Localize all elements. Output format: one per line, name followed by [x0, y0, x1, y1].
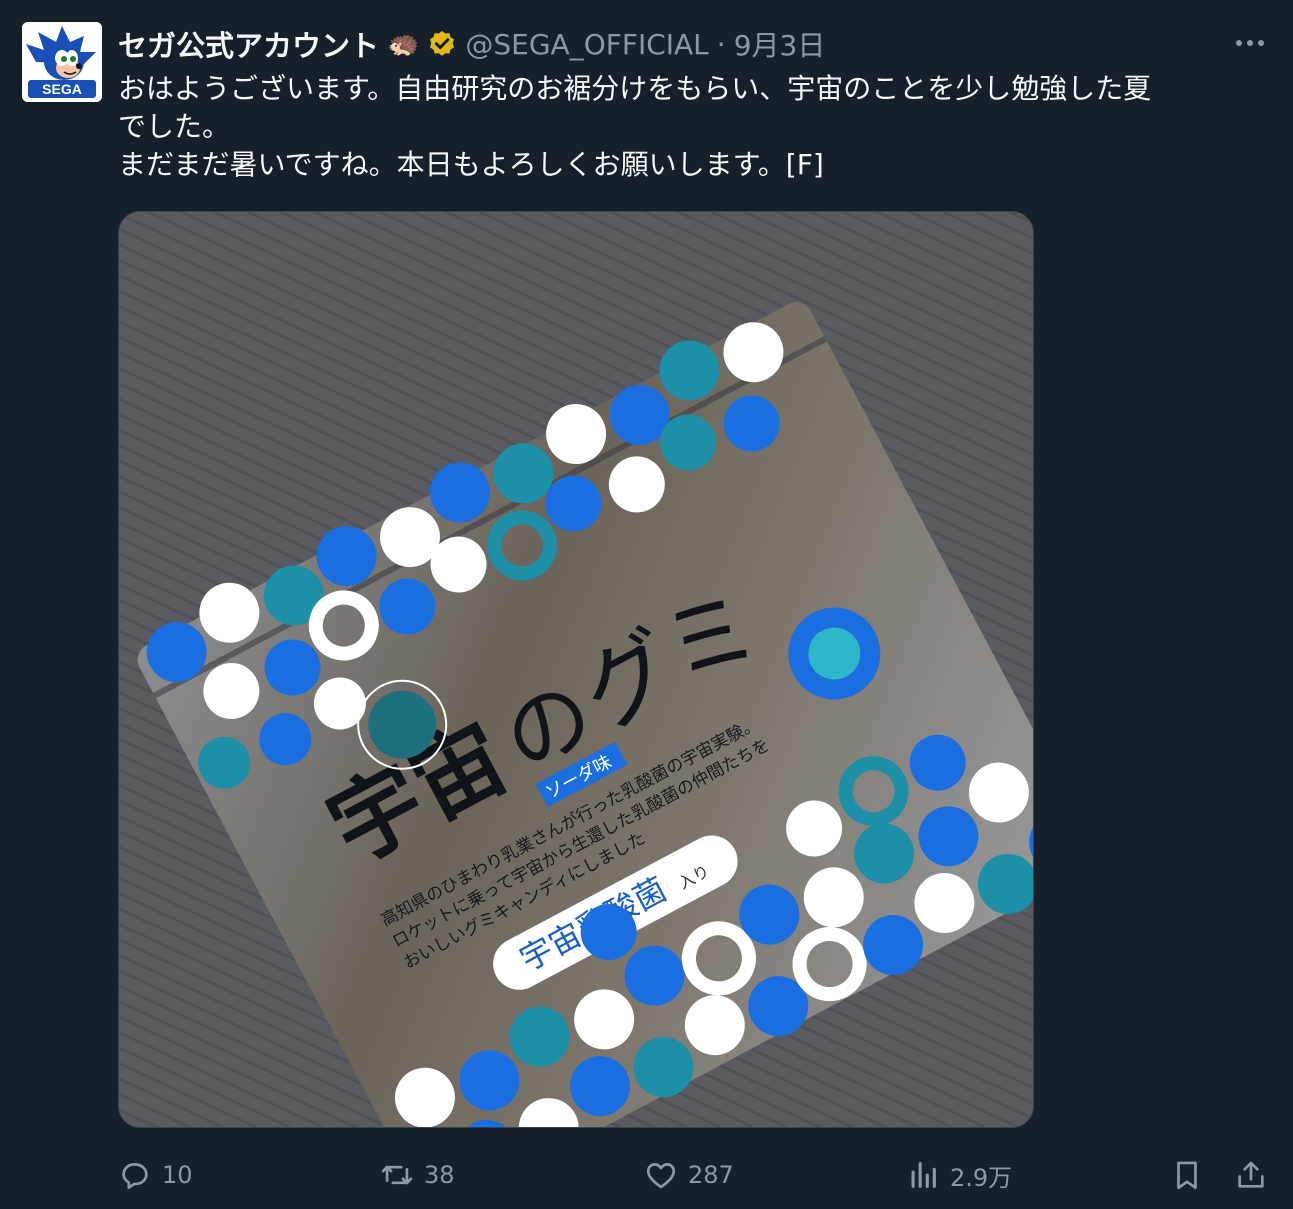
sonic-avatar-image: SEGA [22, 22, 102, 102]
bookmark-button[interactable] [1170, 1150, 1204, 1200]
like-count: 287 [688, 1161, 734, 1189]
avatar-logo-text: SEGA [42, 81, 82, 97]
reply-count: 10 [162, 1161, 193, 1189]
analytics-icon [911, 1162, 936, 1188]
post-text-line: おはようございます。自由研究のお裾分けをもらい、宇宙のことを少し勉強した夏 [118, 72, 1152, 105]
repost-button[interactable]: 38 [380, 1150, 455, 1200]
tweet: SEGA セガ公式アカウント 🦔 @SEGA_OFFICIAL · 9月3日 お… [0, 0, 1293, 1209]
post-image[interactable]: 宇宙 の グミ ソーダ味 高知県のひまわり乳業さんが行った乳酸菌の宇宙実験。 ロ… [118, 211, 1034, 1128]
hedgehog-emoji: 🦔 [387, 29, 420, 59]
post-text-line: でした。 [118, 110, 231, 143]
views-button[interactable]: 2.9万 [906, 1150, 1012, 1200]
post-text-line: まだまだ暑いですね。本日もよろしくお願いします。[F] [118, 148, 824, 181]
verified-badge-icon[interactable] [427, 29, 457, 59]
more-options-icon[interactable] [1233, 28, 1267, 58]
account-handle[interactable]: @SEGA_OFFICIAL [465, 28, 708, 61]
view-count: 2.9万 [950, 1163, 1013, 1192]
bookmark-icon [1177, 1161, 1197, 1190]
repost-count: 38 [424, 1161, 455, 1189]
separator-dot: · [716, 27, 726, 61]
heart-icon [646, 1163, 676, 1189]
post-header: セガ公式アカウント 🦔 @SEGA_OFFICIAL · 9月3日 [118, 24, 825, 64]
post-date[interactable]: 9月3日 [734, 24, 826, 64]
post-text: おはようございます。自由研究のお裾分けをもらい、宇宙のことを少し勉強した夏 でし… [118, 70, 1268, 184]
reply-button[interactable]: 10 [118, 1150, 193, 1200]
action-bar: 10 38 287 2.9万 [0, 1150, 1293, 1200]
like-button[interactable]: 287 [644, 1150, 734, 1200]
reply-icon [122, 1163, 148, 1190]
display-name[interactable]: セガ公式アカウント [118, 23, 379, 65]
share-icon [1238, 1161, 1264, 1188]
avatar[interactable]: SEGA [22, 22, 102, 102]
gummy-package-photo: 宇宙 の グミ ソーダ味 高知県のひまわり乳業さんが行った乳酸菌の宇宙実験。 ロ… [119, 212, 1033, 1127]
share-button[interactable] [1234, 1150, 1268, 1200]
repost-icon [381, 1165, 413, 1185]
